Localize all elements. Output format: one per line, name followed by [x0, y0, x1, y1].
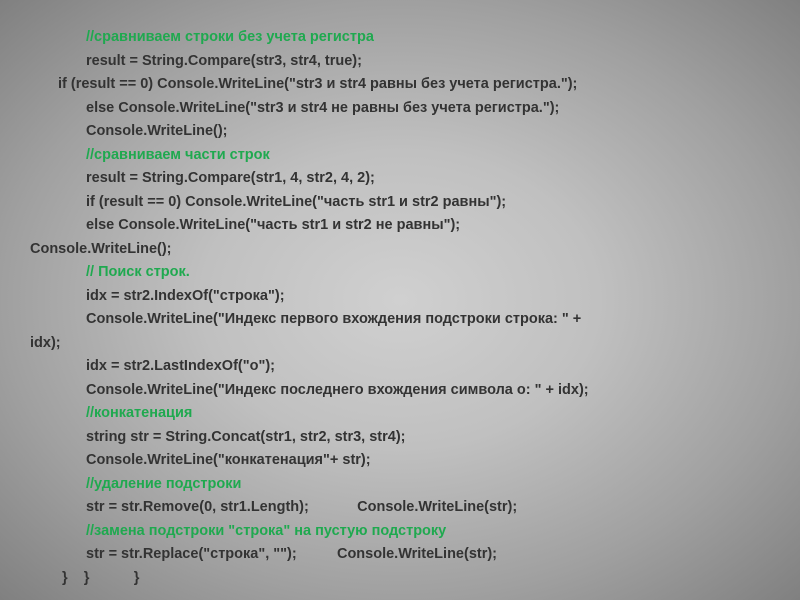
code-line-23: } } }	[30, 567, 770, 591]
code-line-0: //сравниваем строки без учета регистра	[30, 26, 770, 50]
code-line-1: result = String.Compare(str3, str4, true…	[30, 50, 770, 74]
code-line-8: else Console.WriteLine("часть str1 и str…	[30, 214, 770, 238]
code-line-20: str = str.Remove(0, str1.Length); Consol…	[30, 496, 770, 520]
code-line-5: //сравниваем части строк	[30, 144, 770, 168]
code-line-22: str = str.Replace("строка", ""); Console…	[30, 543, 770, 567]
code-line-21: //замена подстроки "строка" на пустую по…	[30, 520, 770, 544]
code-line-9: Console.WriteLine();	[30, 238, 770, 262]
code-line-7: if (result == 0) Console.WriteLine("част…	[30, 191, 770, 215]
code-line-15: Console.WriteLine("Индекс последнего вхо…	[30, 379, 770, 403]
code-line-19: //удаление подстроки	[30, 473, 770, 497]
code-line-3: else Console.WriteLine("str3 и str4 не р…	[30, 97, 770, 121]
code-line-10: // Поиск строк.	[30, 261, 770, 285]
code-line-11: idx = str2.IndexOf("строка");	[30, 285, 770, 309]
code-line-13: idx);	[30, 332, 770, 356]
code-line-14: idx = str2.LastIndexOf("о");	[30, 355, 770, 379]
code-line-6: result = String.Compare(str1, 4, str2, 4…	[30, 167, 770, 191]
code-line-16: //конкатенация	[30, 402, 770, 426]
code-line-17: string str = String.Concat(str1, str2, s…	[30, 426, 770, 450]
code-line-4: Console.WriteLine();	[30, 120, 770, 144]
code-block: //сравниваем строки без учета регистраre…	[30, 26, 770, 590]
code-line-12: Console.WriteLine("Индекс первого вхожде…	[30, 308, 770, 332]
code-line-2: if (result == 0) Console.WriteLine("str3…	[30, 73, 770, 97]
code-line-18: Console.WriteLine("конкатенация"+ str);	[30, 449, 770, 473]
